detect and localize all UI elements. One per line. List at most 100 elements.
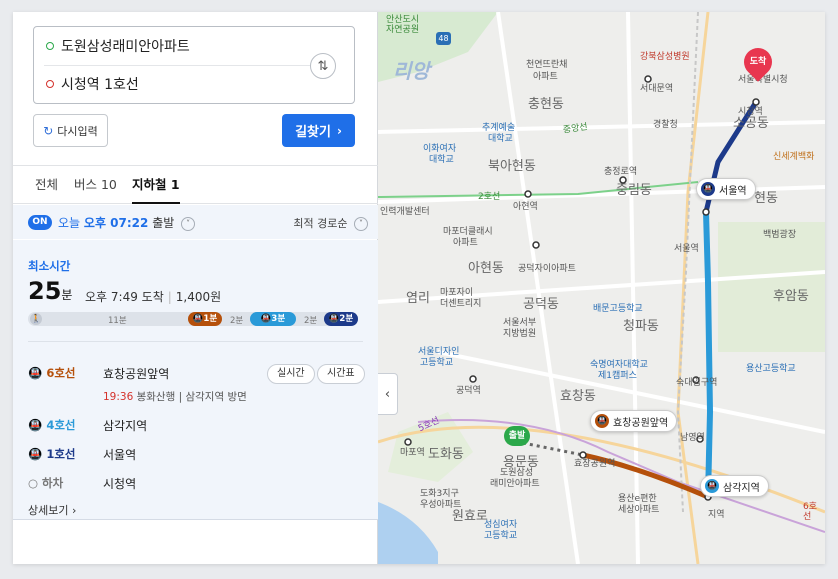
map-label: 숙명여자대학교 (590, 360, 648, 370)
detail-label: 상세보기 (28, 504, 69, 517)
map-label: 중림동 (616, 183, 652, 198)
on-toggle[interactable]: ON (28, 215, 52, 230)
map-label: 도화3지구 (420, 489, 459, 499)
arrival-time: 오후 7:49 도착 (85, 290, 164, 304)
map-label: 고등학교 (420, 358, 454, 368)
trip-meta: 오후 7:49 도착 | 1,400원 (85, 290, 222, 304)
step-line: 하차 (42, 476, 64, 490)
chevron-right-icon: › (71, 504, 77, 517)
detail-link[interactable]: 상세보기 › (28, 502, 76, 518)
map-view[interactable]: 안산도시 자연공원 강북삼성병원 천연뜨란채 아파트 서대문역 경찰청 충현동 … (378, 12, 825, 564)
line4-minutes: 3분 (271, 314, 286, 324)
duration-unit: 분 (61, 288, 73, 302)
map-label: 백범광장 (763, 230, 797, 240)
mode-tabs: 전체 버스 10 지하철 1 (13, 166, 378, 204)
map-label: 아파트 (453, 238, 478, 248)
reset-button[interactable]: ↻ 다시입력 (33, 114, 108, 147)
transfer-minutes: 2분 (230, 316, 244, 326)
map-label: 신세계백화 (773, 152, 815, 162)
map-label: 아파트 (533, 72, 558, 82)
map-label: 청파동 (623, 319, 659, 334)
destination-field[interactable]: 시청역 1호선 (46, 65, 139, 103)
station-name: 효창공원앞역 (103, 366, 170, 381)
station-name: 시청역 (103, 476, 137, 491)
step-board: 🚇 6호선 효창공원앞역 (28, 363, 169, 383)
hyochang-marker[interactable]: 🚇 효창공원앞역 (590, 410, 678, 432)
train-icon: 🚇 (595, 414, 609, 428)
map-label: 북아현동 (488, 159, 536, 174)
departure-time-selector[interactable]: 오늘 오후 07:22 출발 ˅ (58, 214, 196, 231)
station-name: 서울역 (103, 447, 137, 462)
train-icon: 🚇 (28, 366, 47, 380)
step-alight: ○ 하차 시청역 (28, 473, 136, 493)
map-label: 대학교 (488, 134, 513, 144)
origin-field[interactable]: 도원삼성래미안아파트 (46, 27, 190, 65)
map-label: 효창동 (560, 389, 596, 404)
origin-text[interactable]: 도원삼성래미안아파트 (61, 36, 190, 56)
sort-selector[interactable]: 최적 경로순 ˅ (293, 215, 368, 231)
map-label: 성심여자 (484, 520, 518, 530)
route-result-card[interactable]: 최소시간 25분 오후 7:49 도착 | 1,400원 🚶 11분 🚇1분 2분 … (13, 240, 378, 520)
chevron-left-icon: ‹ (384, 386, 391, 402)
departure-ampm: 오후 (83, 216, 106, 230)
realtime-button[interactable]: 실시간 (267, 364, 315, 384)
step-transfer: 🚇 4호선 삼각지역 (28, 415, 147, 435)
train-icon: 🚇 (192, 314, 204, 324)
fastest-label: 최소시간 (28, 259, 71, 273)
swap-button[interactable]: ⇅ (310, 53, 336, 79)
search-route-button[interactable]: 길찾기 › (282, 114, 355, 147)
map-label: 서대문역 (640, 84, 674, 94)
map-label: 대학교 (429, 155, 454, 165)
map-label: 마포역 (400, 448, 425, 458)
tab-bus[interactable]: 버스 10 (74, 166, 117, 204)
options-bar: ON 오늘 오후 07:22 출발 ˅ 최적 경로순 ˅ (13, 205, 378, 239)
duration-value: 25 (28, 277, 62, 305)
alight-label: ○ 하차 (28, 475, 103, 491)
start-marker[interactable]: 출발 (504, 426, 530, 446)
route-input-box: 도원삼성래미안아파트 시청역 1호선 ⇅ (33, 26, 355, 104)
departure-suffix: 출발 (148, 216, 175, 230)
map-label: 서울디자인 (418, 347, 460, 357)
map-label: 후암동 (773, 289, 809, 304)
line4-segment: 🚇3분 (250, 312, 296, 326)
walk-minutes: 11분 (108, 316, 127, 326)
map-label: 용산e편한 (618, 494, 657, 504)
tab-subway[interactable]: 지하철 1 (132, 166, 180, 204)
map-label: 고등학교 (484, 531, 518, 541)
map-label: 도원삼성 (500, 468, 534, 478)
step-line: 1호선 (46, 447, 76, 461)
train-info: 19:36 봉화산행 | 삼각지역 방면 (103, 389, 247, 404)
timetable-button[interactable]: 시간표 (317, 364, 365, 384)
duration: 25분 (28, 277, 72, 305)
map-label: 아현동 (468, 261, 504, 276)
map-label: 5호선 (416, 415, 442, 435)
map-label: 안산도시 (386, 15, 420, 25)
line6-segment: 🚇1분 (188, 312, 222, 326)
step-line: 4호선 (46, 418, 76, 432)
map-label: 서울역 (674, 244, 699, 254)
map-label: 세상아파트 (618, 505, 660, 515)
map-label: 자연공원 (386, 25, 420, 35)
sort-label: 최적 경로순 (293, 217, 348, 230)
map-label: 6호선 (803, 502, 818, 523)
map-label: 마포더클래시 (443, 227, 493, 237)
map-label: 경찰청 (653, 120, 678, 130)
map-label: 강북삼성병원 (640, 52, 690, 62)
destination-text[interactable]: 시청역 1호선 (61, 74, 139, 94)
collapse-panel-button[interactable]: ‹ (378, 373, 398, 415)
train-direction: 봉화산행 | 삼각지역 방면 (136, 391, 247, 403)
end-marker-label: 도착 (749, 57, 767, 67)
map-label: 래미안아파트 (490, 479, 540, 489)
step-line: 6호선 (46, 366, 76, 380)
samgakji-marker[interactable]: 🚇 삼각지역 (700, 475, 769, 497)
directions-panel: 도원삼성래미안아파트 시청역 1호선 ⇅ ↻ 다시입력 길찾기 › 전체 버스 … (13, 12, 378, 564)
map-label: 아현역 (513, 202, 538, 212)
seoul-station-marker[interactable]: 🚇 서울역 (696, 178, 756, 200)
line1-label: 🚇 1호선 (28, 446, 103, 462)
tab-all[interactable]: 전체 (35, 166, 58, 204)
map-label: 효창공원역 (574, 459, 616, 469)
hyochang-label: 효창공원앞역 (613, 417, 669, 429)
map-label: 2호선 (478, 192, 501, 202)
map-label: 이화여자 (423, 144, 457, 154)
station-name: 삼각지역 (103, 418, 148, 433)
